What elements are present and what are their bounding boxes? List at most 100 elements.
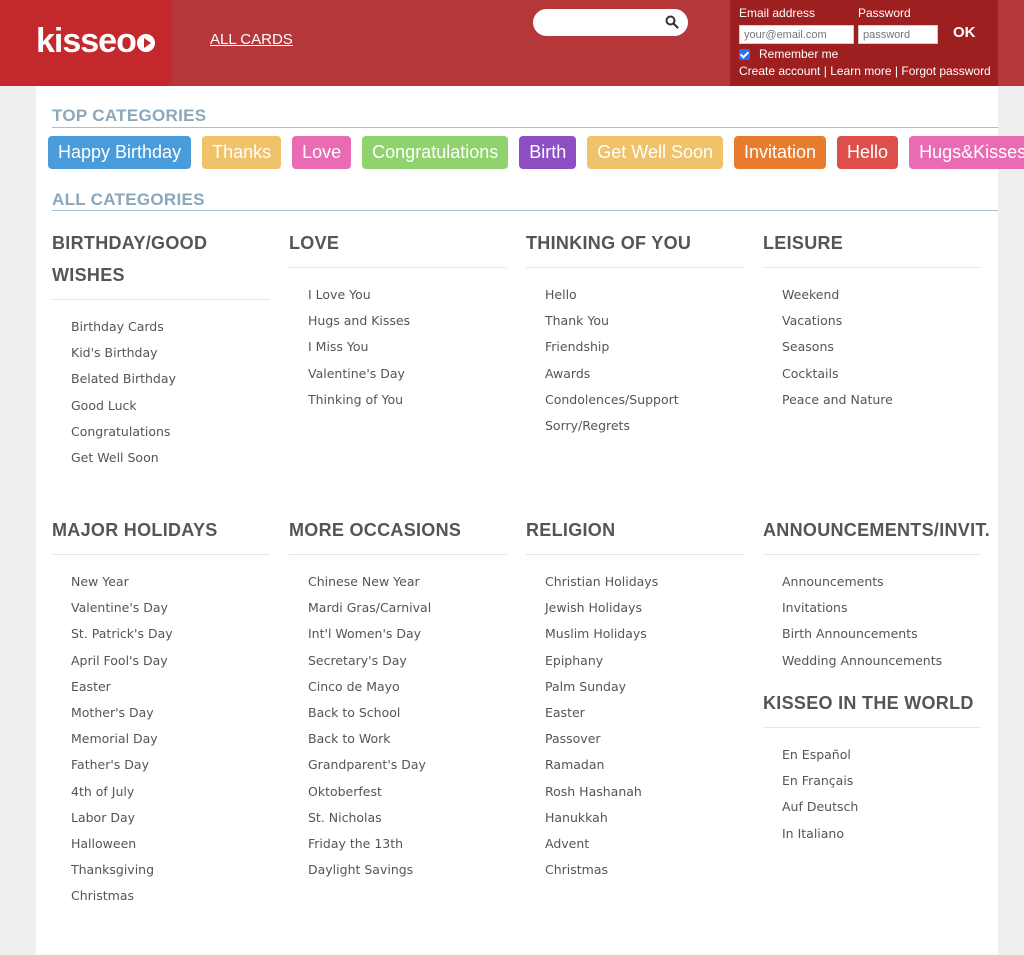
category-chip[interactable]: Birth <box>519 136 577 169</box>
category-link[interactable]: Hugs and Kisses <box>308 308 507 334</box>
category-link[interactable]: Grandparent's Day <box>308 752 507 778</box>
category-link[interactable]: 4th of July <box>71 779 270 805</box>
ok-button[interactable]: OK <box>953 24 976 41</box>
category-list: Hello Thank You Friendship Awards Condolence… <box>526 282 744 439</box>
category-link[interactable]: Chinese New Year <box>308 569 507 595</box>
category-chip[interactable]: Love <box>292 136 352 169</box>
category-chip[interactable]: Get Well Soon <box>587 136 723 169</box>
category-link[interactable]: Int'l Women's Day <box>308 621 507 647</box>
category-link[interactable]: En Français <box>782 768 981 794</box>
category-chip[interactable]: Hello <box>837 136 899 169</box>
category-link[interactable]: Hanukkah <box>545 805 744 831</box>
category-link[interactable]: Birthday Cards <box>71 314 270 340</box>
category-link[interactable]: Seasons <box>782 334 981 360</box>
category-link[interactable]: Valentine's Day <box>71 595 270 621</box>
category-list: En Español En Français Auf Deutsch In Itali… <box>763 742 981 847</box>
category-link[interactable]: April Fool's Day <box>71 648 270 674</box>
category-link[interactable]: Jewish Holidays <box>545 595 744 621</box>
category-link[interactable]: Advent <box>545 831 744 857</box>
category-link[interactable]: Thanksgiving <box>71 857 270 883</box>
create-account-link[interactable]: Create account <box>739 64 820 78</box>
category-link[interactable]: Secretary's Day <box>308 648 507 674</box>
category-chip[interactable]: Thanks <box>202 136 282 169</box>
category-link[interactable]: Congratulations <box>71 419 270 445</box>
category-link[interactable]: Father's Day <box>71 752 270 778</box>
category-chip[interactable]: Hugs&Kisses <box>909 136 1024 169</box>
category-link[interactable]: New Year <box>71 569 270 595</box>
category-link[interactable]: Kid's Birthday <box>71 340 270 366</box>
forgot-password-link[interactable]: Forgot password <box>901 64 990 78</box>
category-link[interactable]: Friday the 13th <box>308 831 507 857</box>
category-link[interactable]: Muslim Holidays <box>545 621 744 647</box>
category-link[interactable]: Passover <box>545 726 744 752</box>
category-chip[interactable]: Happy Birthday <box>48 136 192 169</box>
divider <box>289 554 507 555</box>
divider <box>763 267 981 268</box>
category-link[interactable]: Back to Work <box>308 726 507 752</box>
category-link[interactable]: Christian Holidays <box>545 569 744 595</box>
category-link[interactable]: Oktoberfest <box>308 779 507 805</box>
search-icon[interactable] <box>665 15 679 29</box>
logo-area[interactable]: kisseo <box>0 0 172 86</box>
all-cards-link[interactable]: ALL CARDS <box>210 31 293 48</box>
learn-more-link[interactable]: Learn more <box>830 64 891 78</box>
category-chip[interactable]: Invitation <box>734 136 827 169</box>
category-link[interactable]: Christmas <box>545 857 744 883</box>
category-link[interactable]: Palm Sunday <box>545 674 744 700</box>
category-link[interactable]: Mother's Day <box>71 700 270 726</box>
category-link[interactable]: Back to School <box>308 700 507 726</box>
category-link[interactable]: Announcements <box>782 569 1003 595</box>
category-link[interactable]: Get Well Soon <box>71 445 270 471</box>
category-link[interactable]: Cinco de Mayo <box>308 674 507 700</box>
remember-me[interactable]: Remember me <box>739 47 838 61</box>
category-link[interactable]: Birth Announcements <box>782 621 1003 647</box>
category-list: Chinese New Year Mardi Gras/Carnival Int'l… <box>289 569 507 883</box>
category-link[interactable]: Cocktails <box>782 361 981 387</box>
category-link[interactable]: Weekend <box>782 282 981 308</box>
category-link[interactable]: Sorry/Regrets <box>545 413 744 439</box>
category-link[interactable]: Thank You <box>545 308 744 334</box>
kisseo-logo[interactable]: kisseo <box>36 22 155 61</box>
category-link[interactable]: Epiphany <box>545 648 744 674</box>
category-link[interactable]: Hello <box>545 282 744 308</box>
category-link[interactable]: Halloween <box>71 831 270 857</box>
category-link[interactable]: Easter <box>545 700 744 726</box>
category-link[interactable]: Good Luck <box>71 393 270 419</box>
category-link[interactable]: Wedding Announcements <box>782 648 1003 674</box>
category-link[interactable]: I Miss You <box>308 334 507 360</box>
email-field[interactable] <box>739 25 854 44</box>
search-box <box>533 9 688 36</box>
category-link[interactable]: Rosh Hashanah <box>545 779 744 805</box>
category-link[interactable]: Easter <box>71 674 270 700</box>
category-link[interactable]: St. Nicholas <box>308 805 507 831</box>
password-field[interactable] <box>858 25 938 44</box>
category-group-title: THINKING OF YOU <box>526 233 692 253</box>
category-link[interactable]: Daylight Savings <box>308 857 507 883</box>
category-link[interactable]: Peace and Nature <box>782 387 981 413</box>
category-link[interactable]: I Love You <box>308 282 507 308</box>
category-link[interactable]: Friendship <box>545 334 744 360</box>
search-input[interactable] <box>545 13 659 33</box>
category-link[interactable]: Ramadan <box>545 752 744 778</box>
category-link[interactable]: Memorial Day <box>71 726 270 752</box>
remember-checkbox[interactable] <box>739 48 750 60</box>
category-link[interactable]: St. Patrick's Day <box>71 621 270 647</box>
category-link[interactable]: Mardi Gras/Carnival <box>308 595 507 621</box>
category-group-title: RELIGION <box>526 520 616 540</box>
category-link[interactable]: Auf Deutsch <box>782 794 981 820</box>
category-group: ANNOUNCEMENTS/INVIT. Announcements Invitat… <box>763 514 1003 674</box>
category-group: RELIGION Christian Holidays Jewish Holiday… <box>526 514 744 883</box>
category-link[interactable]: Awards <box>545 361 744 387</box>
category-link[interactable]: Vacations <box>782 308 981 334</box>
category-group-title: KISSEO IN THE WORLD <box>763 693 974 713</box>
category-link[interactable]: Condolences/Support <box>545 387 744 413</box>
category-link[interactable]: Thinking of You <box>308 387 507 413</box>
category-chip[interactable]: Congratulations <box>362 136 509 169</box>
category-link[interactable]: Belated Birthday <box>71 366 270 392</box>
category-link[interactable]: Valentine's Day <box>308 361 507 387</box>
category-link[interactable]: Labor Day <box>71 805 270 831</box>
category-link[interactable]: Christmas <box>71 883 270 909</box>
category-link[interactable]: Invitations <box>782 595 1003 621</box>
category-link[interactable]: In Italiano <box>782 821 981 847</box>
category-link[interactable]: En Español <box>782 742 981 768</box>
